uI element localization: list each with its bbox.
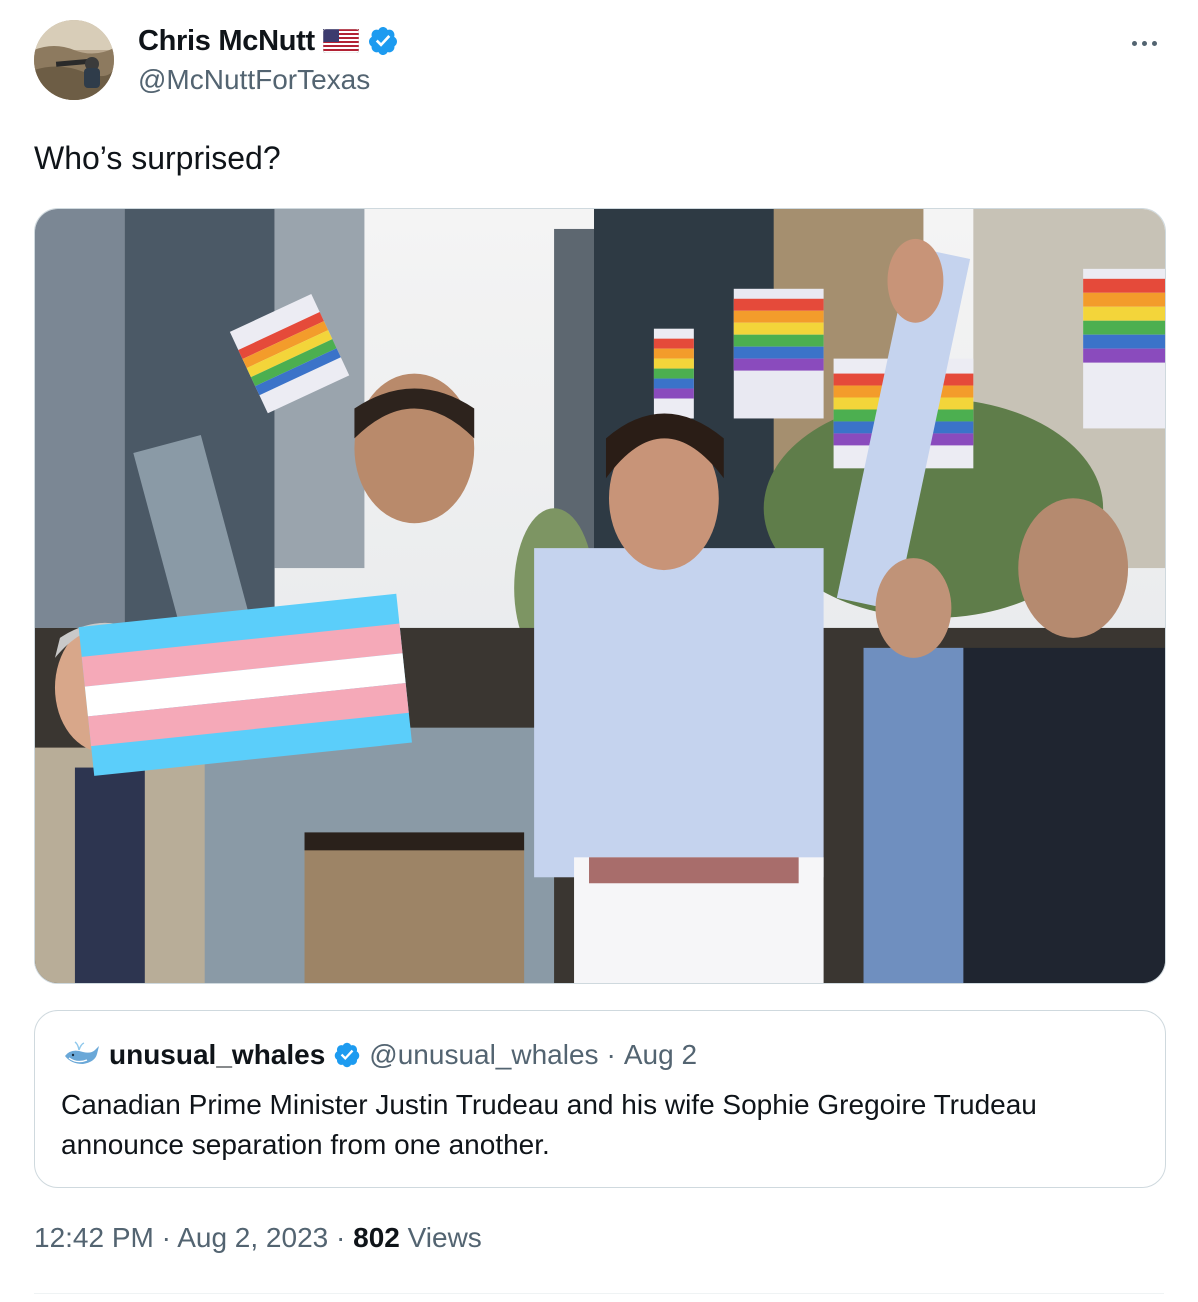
divider [34,1293,1164,1294]
verified-badge-icon[interactable] [333,1041,361,1069]
pride-parade-photo [35,209,1165,983]
metadata-separator: · [336,1222,346,1253]
tweet-header: Chris McNutt @McNuttForTexas [34,20,1164,100]
more-horizontal-icon [1151,40,1157,46]
quoted-author-name[interactable]: unusual_whales [109,1039,325,1071]
quoted-tweet-header: unusual_whales @unusual_whales · Aug 2 [61,1037,697,1073]
author-avatar[interactable] [34,20,114,100]
more-horizontal-icon [1131,40,1137,46]
tweet-metadata: 12:42 PM · Aug 2, 2023 · 802 Views [34,1222,482,1254]
quoted-tweet-text: Canadian Prime Minister Justin Trudeau a… [61,1089,1037,1160]
author-handle[interactable]: @McNuttForTexas [138,64,370,96]
tweet-date[interactable]: Aug 2, 2023 [177,1222,328,1253]
quoted-tweet[interactable]: unusual_whales @unusual_whales · Aug 2 C… [34,1010,1166,1188]
us-flag-icon [322,28,360,54]
metadata-separator: · [161,1222,171,1253]
quoted-date[interactable]: Aug 2 [624,1039,697,1071]
verified-badge-icon[interactable] [367,25,399,57]
quoted-author-handle[interactable]: @unusual_whales [369,1039,598,1071]
author-display-name[interactable]: Chris McNutt [138,25,315,58]
more-horizontal-icon [1141,40,1147,46]
whale-icon[interactable] [61,1040,101,1070]
tweet-text: Who’s surprised? [34,140,281,176]
tweet-time[interactable]: 12:42 PM [34,1222,154,1253]
tweet-photo[interactable] [34,208,1166,984]
avatar-photo [34,20,114,100]
author-name-row: Chris McNutt [138,24,399,58]
quoted-separator: · [606,1039,616,1070]
more-options-button[interactable] [1124,28,1164,58]
views-label: Views [407,1222,482,1253]
views-count: 802 [353,1222,400,1253]
